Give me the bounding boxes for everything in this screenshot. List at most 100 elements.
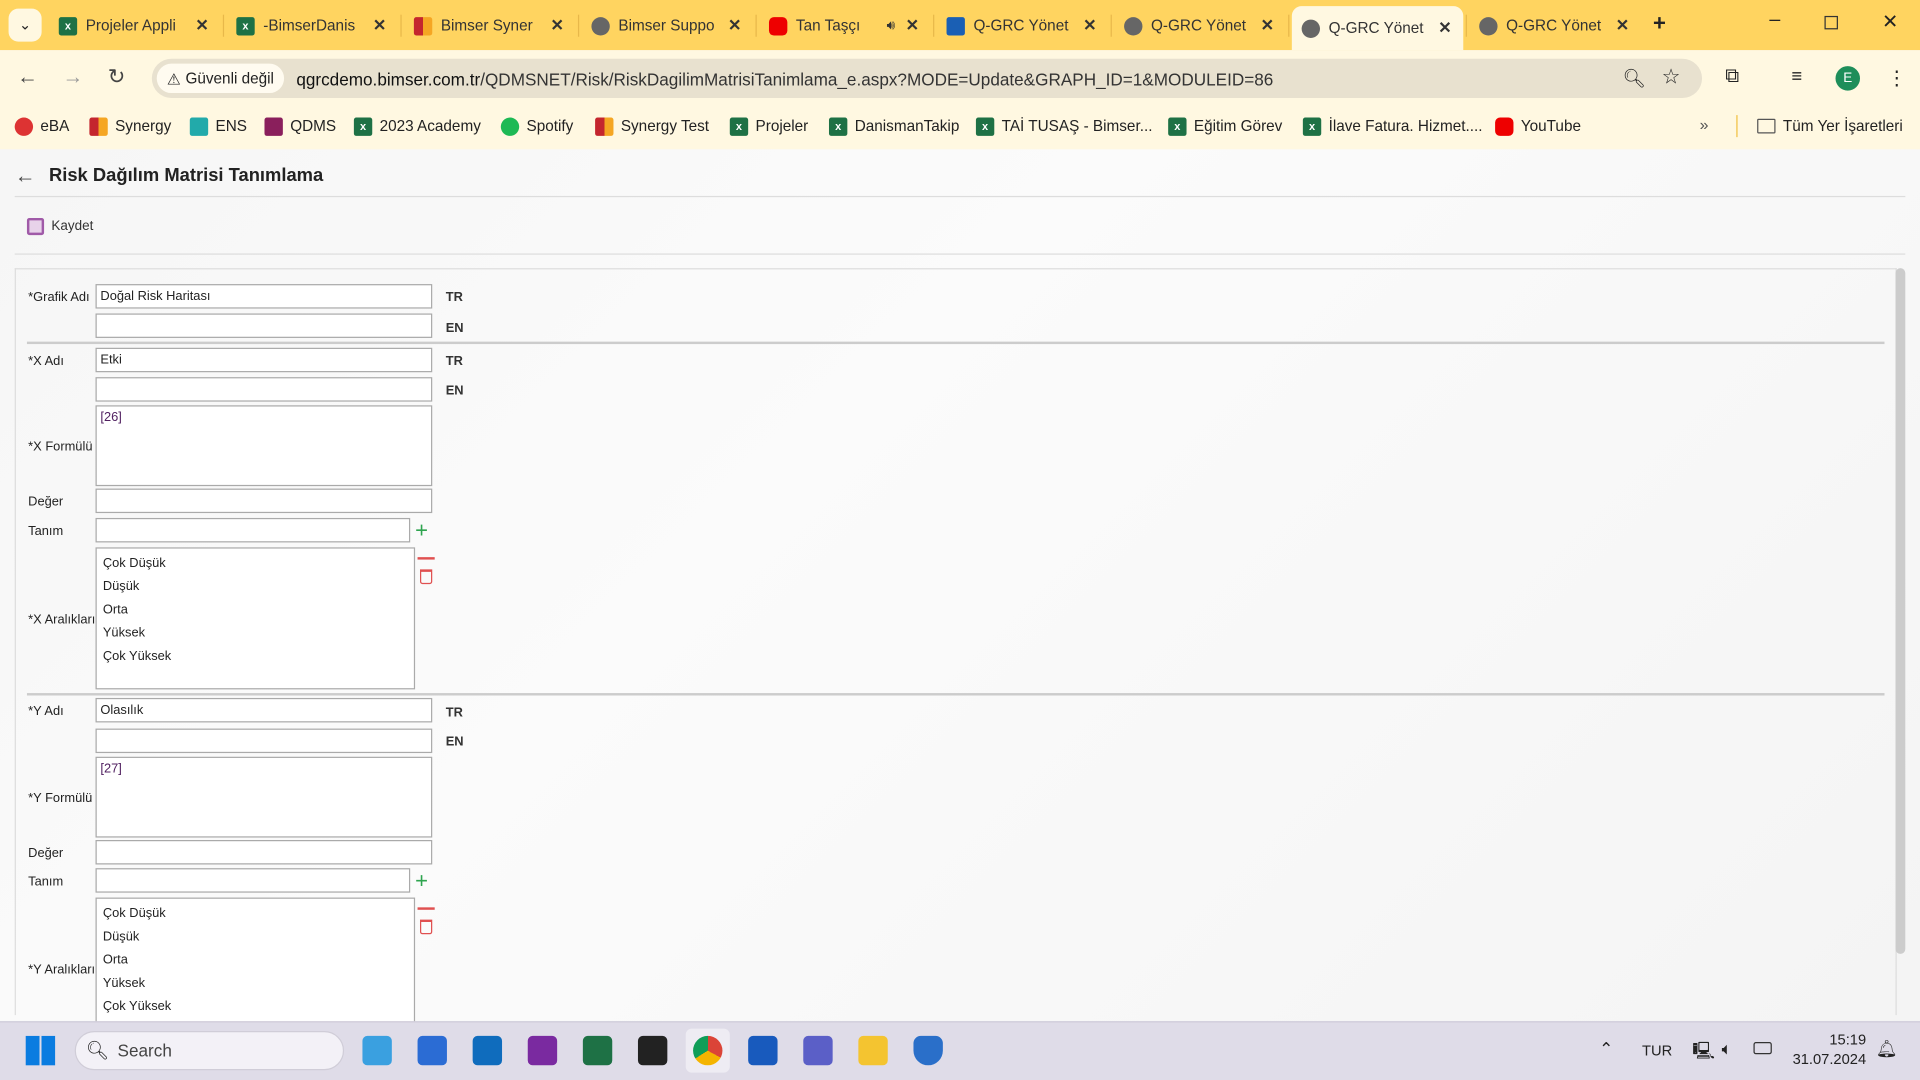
close-tab-icon[interactable]: ✕ [1436, 18, 1453, 38]
chrome-icon[interactable] [693, 1035, 723, 1066]
y-delete-icon[interactable] [420, 919, 433, 935]
extensions-icon[interactable]: ⧉ [1725, 66, 1739, 88]
reload-button[interactable]: ↻ [108, 65, 125, 89]
bookmark[interactable]: x 2023 Academy [353, 116, 481, 136]
y-deger-input[interactable] [95, 840, 433, 865]
close-tab-icon[interactable]: ✕ [726, 16, 743, 36]
close-tab-icon[interactable]: ✕ [1614, 16, 1631, 36]
copilot-icon[interactable] [362, 1035, 392, 1066]
x-adi-en-input[interactable] [95, 377, 433, 402]
minimize-button[interactable]: – [1769, 10, 1780, 32]
close-tab-icon[interactable]: ✕ [904, 16, 921, 36]
list-option[interactable]: Düşük [97, 576, 414, 599]
notification-bell-icon[interactable]: 🔔︎ [1876, 1038, 1898, 1059]
x-deger-input[interactable] [95, 488, 433, 514]
bookmark[interactable]: x DanismanTakip [828, 116, 959, 136]
x-remove-icon[interactable] [417, 557, 435, 560]
bookmark[interactable]: eBA [14, 116, 70, 136]
audio-icon[interactable]: 🔊︎ [887, 18, 895, 34]
x-delete-icon[interactable] [420, 569, 433, 585]
teams-icon[interactable] [803, 1035, 833, 1066]
list-option[interactable]: Çok Düşük [97, 552, 414, 575]
tab[interactable]: Bimser Syner ✕ [404, 7, 575, 44]
zoom-icon[interactable]: 🔍︎ [1622, 67, 1645, 90]
back-button[interactable]: ← [17, 65, 38, 89]
tab[interactable]: Q-GRC Yönet ✕ [1469, 7, 1640, 44]
list-option[interactable]: Düşük [97, 926, 414, 949]
network-icon[interactable]: 🖳 [1692, 1038, 1715, 1067]
widgets-icon[interactable] [417, 1035, 447, 1066]
close-tab-icon[interactable]: ✕ [1259, 16, 1276, 36]
x-add-icon[interactable]: + [415, 519, 428, 541]
input-language[interactable]: TUR [1642, 1042, 1672, 1059]
y-tanim-input[interactable] [95, 868, 411, 893]
y-araliklar-list[interactable]: Çok Düşük Düşük Orta Yüksek Çok Yüksek [95, 897, 416, 1040]
y-remove-icon[interactable] [417, 907, 435, 910]
clock-time[interactable]: 15:19 [1812, 1031, 1866, 1048]
close-tab-icon[interactable]: ✕ [371, 16, 388, 36]
list-option[interactable]: Orta [97, 599, 414, 622]
y-adi-tr-input[interactable]: Olasılık [95, 697, 433, 723]
tab[interactable]: Q-GRC Yönet ✕ [1114, 7, 1285, 44]
bookmark[interactable]: ENS [189, 116, 247, 136]
word-icon[interactable] [748, 1035, 778, 1066]
security-shield-icon[interactable] [913, 1035, 943, 1066]
tab[interactable]: Tan Taşçı 🔊︎ ✕ [759, 7, 930, 44]
bookmark[interactable]: x İlave Fatura. Hizmet.... [1302, 116, 1483, 136]
list-option[interactable]: Çok Düşük [97, 902, 414, 925]
list-option[interactable]: Yüksek [97, 972, 414, 995]
x-adi-tr-input[interactable]: Etki [95, 347, 433, 373]
new-tab-button[interactable]: + [1653, 11, 1666, 37]
bookmark[interactable]: Synergy Test [595, 116, 709, 136]
sticky-notes-icon[interactable] [637, 1035, 668, 1066]
file-explorer-icon[interactable] [858, 1035, 888, 1066]
browser-menu-icon[interactable]: ⋮ [1887, 66, 1907, 90]
y-adi-en-input[interactable] [95, 728, 433, 754]
y-formul-textarea[interactable]: [27] [95, 756, 433, 838]
taskbar-search[interactable] [74, 1031, 345, 1071]
close-tab-icon[interactable]: ✕ [549, 16, 566, 36]
more-bookmarks-icon[interactable]: » [1700, 115, 1709, 133]
security-chip[interactable]: ⚠ Güvenli değil [156, 63, 285, 94]
bookmark[interactable]: QDMS [264, 116, 336, 136]
list-option[interactable]: Yüksek [97, 622, 414, 645]
y-add-icon[interactable]: + [415, 869, 428, 891]
tab[interactable]: Bimser Suppo ✕ [582, 7, 753, 44]
battery-icon[interactable] [1753, 1042, 1772, 1055]
close-window-button[interactable]: ✕ [1882, 10, 1898, 34]
restore-button[interactable] [1824, 15, 1838, 30]
list-option[interactable]: Çok Yüksek [97, 645, 414, 668]
all-bookmarks[interactable]: Tüm Yer İşaretleri [1757, 116, 1903, 136]
media-control-icon[interactable]: ≡ [1791, 66, 1802, 87]
page-back-icon[interactable]: ← [15, 164, 36, 188]
tray-expand-icon[interactable]: ⌃ [1599, 1038, 1613, 1059]
tab[interactable]: Q-GRC Yönet ✕ [937, 7, 1108, 44]
x-araliklar-list[interactable]: Çok Düşük Düşük Orta Yüksek Çok Yüksek [95, 547, 416, 690]
tab[interactable]: Q-GRC Yönet ✕ [1291, 6, 1464, 51]
grafik-adi-en-input[interactable] [95, 313, 433, 338]
tab[interactable]: x Projeler Appli ✕ [49, 7, 220, 44]
clock-date[interactable]: 31.07.2024 [1788, 1051, 1867, 1068]
bookmark[interactable]: x TAİ TUSAŞ - Bimser... [975, 116, 1152, 136]
url-text[interactable]: qgrcdemo.bimser.com.tr/QDMSNET/Risk/Risk… [296, 70, 1273, 90]
grafik-adi-tr-input[interactable]: Doğal Risk Haritası [95, 284, 433, 309]
tab[interactable]: x -BimserDanis ✕ [227, 7, 398, 44]
x-tanim-input[interactable] [95, 517, 411, 543]
tab-search-button[interactable]: ⌄ [8, 8, 42, 42]
bookmark[interactable]: Spotify [500, 116, 573, 136]
bookmark[interactable]: YouTube [1495, 116, 1581, 136]
bookmark[interactable]: Synergy [89, 116, 171, 136]
close-tab-icon[interactable]: ✕ [1081, 16, 1098, 36]
x-formul-textarea[interactable]: [26] [95, 405, 433, 487]
close-tab-icon[interactable]: ✕ [193, 16, 210, 36]
bookmark[interactable]: x Eğitim Görev [1168, 116, 1282, 136]
avatar[interactable]: E [1835, 66, 1861, 91]
bookmark[interactable]: x Projeler [729, 116, 808, 136]
scrollbar[interactable] [1895, 268, 1906, 954]
windows-start-icon[interactable] [25, 1035, 56, 1066]
bookmark-star-icon[interactable]: ☆ [1662, 65, 1681, 89]
list-option[interactable]: Orta [97, 949, 414, 972]
outlook-icon[interactable] [472, 1035, 503, 1066]
list-option[interactable]: Çok Yüksek [97, 996, 414, 1019]
save-button[interactable]: Kaydet [26, 217, 93, 236]
